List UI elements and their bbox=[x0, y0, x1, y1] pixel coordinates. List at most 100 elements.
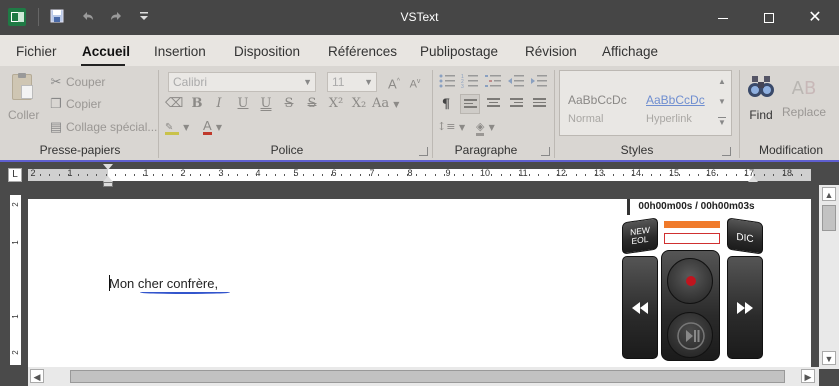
ruler-tick bbox=[228, 174, 229, 176]
shading-button[interactable]: ◈ ▼ bbox=[476, 118, 508, 136]
underline-button[interactable]: U bbox=[234, 95, 252, 113]
double-strike-button[interactable]: S bbox=[303, 95, 321, 113]
tab-references[interactable]: Références bbox=[328, 44, 397, 59]
dic-label: DIC bbox=[736, 231, 754, 246]
tab-disposition[interactable]: Disposition bbox=[234, 44, 300, 59]
change-case-label: Aa bbox=[372, 96, 390, 111]
ruler-tick bbox=[68, 174, 69, 176]
ruler-tick bbox=[256, 174, 257, 176]
subscript-button[interactable]: X₂ bbox=[349, 95, 369, 113]
scissors-icon: ✂ bbox=[50, 74, 62, 89]
superscript-button[interactable]: X² bbox=[326, 95, 346, 113]
tab-fichier[interactable]: Fichier bbox=[16, 44, 57, 59]
vertical-scroll-thumb[interactable] bbox=[822, 205, 836, 231]
ruler-tick bbox=[472, 174, 473, 176]
paste-button[interactable]: Coller bbox=[6, 72, 42, 126]
bold-button[interactable]: B bbox=[188, 95, 206, 113]
styles-dialog-launcher[interactable] bbox=[722, 147, 731, 156]
ruler-tick bbox=[632, 174, 633, 176]
minimize-button[interactable] bbox=[700, 0, 746, 35]
font-name-combo[interactable]: Calibri ▼ bbox=[168, 72, 316, 92]
ruler-tick bbox=[96, 174, 97, 176]
tab-affichage[interactable]: Affichage bbox=[602, 44, 658, 59]
change-case-button[interactable]: Aa ▼ bbox=[372, 95, 406, 113]
vertical-ruler[interactable] bbox=[10, 195, 21, 365]
gallery-more-icon[interactable]: ▼ bbox=[718, 117, 726, 127]
ruler-tick bbox=[341, 174, 342, 176]
highlight-color-button[interactable]: ✎ ▼ bbox=[165, 118, 197, 136]
shrink-font-button[interactable]: Av bbox=[406, 73, 424, 91]
gallery-scroll-up-icon[interactable]: ▲ bbox=[718, 77, 726, 86]
tab-accueil[interactable]: Accueil bbox=[82, 44, 130, 59]
right-indent-marker[interactable] bbox=[748, 176, 758, 182]
increase-indent-icon[interactable] bbox=[530, 72, 550, 92]
strikethrough-button[interactable]: S bbox=[280, 95, 298, 113]
ruler-tick bbox=[444, 174, 445, 176]
justify-button[interactable] bbox=[530, 94, 550, 114]
show-marks-button[interactable]: ¶ bbox=[437, 96, 455, 114]
ruler-number: 1 bbox=[67, 168, 73, 178]
styles-gallery[interactable]: AaBbCcDc Normal AaBbCcDc Hyperlink ▲ ▼ ▼ bbox=[559, 70, 732, 136]
document-text[interactable]: Mon cher confrère, bbox=[109, 276, 218, 291]
binoculars-icon bbox=[748, 76, 774, 97]
fast-forward-icon bbox=[737, 302, 753, 314]
maximize-button[interactable] bbox=[746, 0, 792, 35]
new-eol-button[interactable]: NEW EOL bbox=[622, 217, 658, 255]
paragraph-dialog-launcher[interactable] bbox=[541, 147, 550, 156]
italic-button[interactable]: I bbox=[210, 95, 228, 113]
ruler-tick bbox=[660, 174, 661, 176]
replace-label: Replace bbox=[782, 105, 827, 119]
decrease-indent-icon[interactable] bbox=[507, 72, 527, 92]
ruler-number: 1 bbox=[143, 168, 149, 178]
double-underline-button[interactable]: U bbox=[257, 95, 275, 113]
font-dialog-launcher[interactable] bbox=[419, 147, 428, 156]
ruler-tick bbox=[576, 174, 577, 176]
scroll-right-icon[interactable]: ▶ bbox=[801, 369, 815, 383]
left-indent-marker[interactable] bbox=[103, 182, 113, 187]
scroll-left-icon[interactable]: ◀ bbox=[30, 369, 44, 383]
align-right-button[interactable] bbox=[507, 94, 527, 114]
ruler-tick bbox=[707, 174, 708, 176]
font-size-combo[interactable]: 11 ▼ bbox=[327, 72, 377, 92]
copy-label: Copier bbox=[66, 97, 102, 111]
align-center-button[interactable] bbox=[484, 94, 504, 114]
ruler-number: 16 bbox=[705, 168, 716, 178]
scroll-up-icon[interactable]: ▲ bbox=[822, 187, 836, 201]
fast-forward-button[interactable] bbox=[727, 256, 763, 359]
first-line-indent-marker[interactable] bbox=[103, 164, 113, 170]
tab-selector[interactable]: L bbox=[8, 168, 22, 182]
ruler-tick bbox=[679, 174, 680, 176]
play-pause-button[interactable] bbox=[667, 312, 713, 358]
replace-button[interactable]: AB Replace bbox=[782, 74, 826, 126]
style-normal[interactable]: AaBbCcDc Normal bbox=[568, 93, 638, 125]
title-bar: VSText ✕ bbox=[0, 0, 839, 35]
grow-font-button[interactable]: A^ bbox=[385, 73, 403, 91]
ruler-tick bbox=[153, 174, 154, 176]
chevron-down-icon: ▼ bbox=[458, 123, 466, 132]
numbering-icon[interactable]: 123 bbox=[461, 72, 481, 92]
tab-insertion[interactable]: Insertion bbox=[154, 44, 206, 59]
multilevel-list-icon[interactable] bbox=[484, 72, 504, 92]
close-button[interactable]: ✕ bbox=[792, 0, 838, 35]
align-left-button[interactable] bbox=[460, 94, 480, 114]
font-color-button[interactable]: A ▼ bbox=[203, 118, 235, 136]
rewind-button[interactable] bbox=[622, 256, 658, 359]
audio-time-display: 00h00m00s / 00h00m03s bbox=[627, 199, 763, 215]
record-button[interactable] bbox=[667, 258, 713, 304]
style-hyperlink-name: Hyperlink bbox=[646, 113, 692, 125]
horizontal-scroll-thumb[interactable] bbox=[70, 370, 785, 383]
style-hyperlink[interactable]: AaBbCcDc Hyperlink bbox=[646, 93, 716, 125]
find-button[interactable]: Find bbox=[745, 74, 777, 126]
line-spacing-button[interactable]: ↕≡ ▼ bbox=[437, 118, 467, 136]
bullets-icon[interactable] bbox=[438, 72, 458, 92]
ruler-tick bbox=[585, 174, 586, 176]
ruler-tick bbox=[670, 174, 671, 176]
ruler-number: 14 bbox=[630, 168, 641, 178]
dic-button[interactable]: DIC bbox=[727, 217, 763, 255]
clear-format-icon[interactable]: ⌫ bbox=[165, 95, 183, 113]
tab-publipostage[interactable]: Publipostage bbox=[420, 44, 498, 59]
paste-special-icon: ▤ bbox=[49, 119, 63, 134]
tab-revision[interactable]: Révision bbox=[525, 44, 577, 59]
scroll-down-icon[interactable]: ▼ bbox=[822, 351, 836, 365]
gallery-scroll-down-icon[interactable]: ▼ bbox=[718, 97, 726, 106]
